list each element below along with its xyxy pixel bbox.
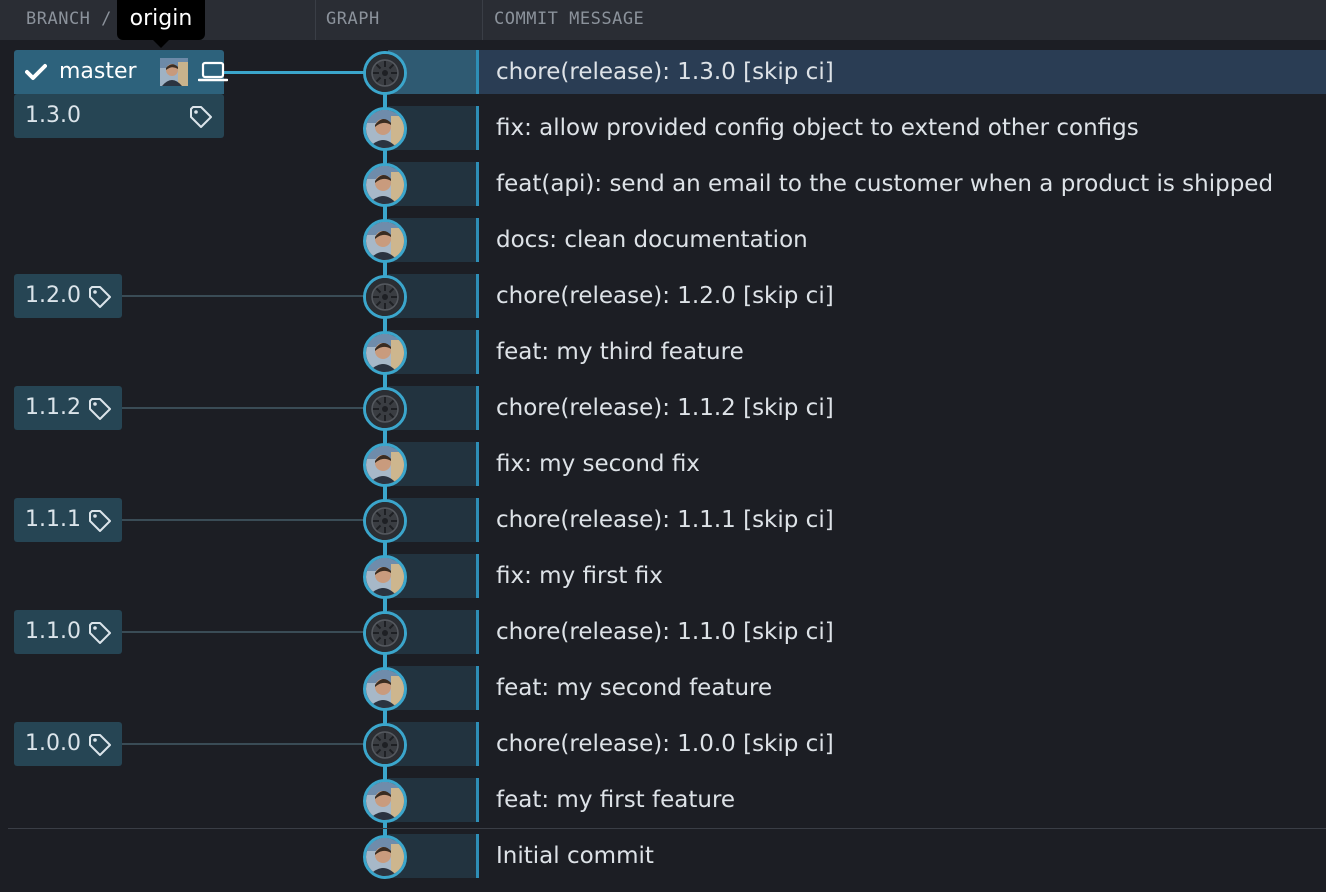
column-divider[interactable] (482, 0, 483, 40)
commit-message: chore(release): 1.3.0 [skip ci] (496, 59, 834, 85)
user-avatar-icon[interactable] (363, 779, 407, 823)
commit-row[interactable]: feat: my second feature (0, 666, 1326, 710)
branch-connector (224, 71, 374, 74)
row-divider (476, 834, 479, 878)
commit-message: feat: my first feature (496, 787, 736, 813)
list-divider (8, 828, 1326, 829)
bot-avatar-icon[interactable] (363, 723, 407, 767)
branch-master[interactable]: master (14, 50, 228, 94)
tag-icon (89, 510, 111, 532)
row-divider (476, 330, 479, 374)
tag-1.0.0[interactable]: 1.0.0 (14, 722, 122, 766)
column-divider[interactable] (315, 0, 316, 40)
row-divider (476, 442, 479, 486)
commit-message: fix: my second fix (496, 451, 700, 477)
commit-message: docs: clean documentation (496, 227, 808, 253)
user-avatar-icon[interactable] (363, 555, 407, 599)
tag-label: 1.0.0 (25, 731, 81, 756)
commit-row[interactable]: docs: clean documentation (0, 218, 1326, 262)
tag-label: 1.3.0 (25, 103, 81, 128)
tag-connector (122, 295, 372, 297)
row-divider (476, 778, 479, 822)
tag-connector (122, 519, 372, 521)
tag-1.1.0[interactable]: 1.1.0 (14, 610, 122, 654)
commit-message: fix: allow provided config object to ext… (496, 115, 1139, 141)
row-divider (476, 722, 479, 766)
bot-avatar-icon[interactable] (363, 387, 407, 431)
user-avatar-icon[interactable] (363, 331, 407, 375)
user-avatar-icon[interactable] (363, 219, 407, 263)
tag-label: 1.1.2 (25, 395, 81, 420)
commit-message: chore(release): 1.1.0 [skip ci] (496, 619, 834, 645)
commit-message: chore(release): 1.2.0 [skip ci] (496, 283, 834, 309)
tag-1.1.2[interactable]: 1.1.2 (14, 386, 122, 430)
commit-message: feat(api): send an email to the customer… (496, 171, 1274, 197)
tag-icon (89, 622, 111, 644)
tag-icon (89, 734, 111, 756)
row-divider (476, 274, 479, 318)
user-avatar-icon[interactable] (363, 443, 407, 487)
tag-label: 1.2.0 (25, 283, 81, 308)
row-divider (476, 50, 479, 94)
commit-row[interactable]: fix: my first fix (0, 554, 1326, 598)
commit-message: chore(release): 1.1.2 [skip ci] (496, 395, 834, 421)
tag-icon (89, 398, 111, 420)
commit-message: chore(release): 1.0.0 [skip ci] (496, 731, 834, 757)
user-avatar-icon[interactable] (363, 667, 407, 711)
commit-message: fix: my first fix (496, 563, 663, 589)
commit-row[interactable]: fix: my second fix (0, 442, 1326, 486)
remote-tooltip: origin (117, 0, 205, 48)
bot-avatar-icon[interactable] (363, 275, 407, 319)
row-divider (476, 386, 479, 430)
tag-icon (190, 106, 212, 128)
user-avatar-icon[interactable] (363, 163, 407, 207)
row-divider (476, 498, 479, 542)
bot-avatar-icon[interactable] (363, 499, 407, 543)
commit-row[interactable]: feat: my first feature (0, 778, 1326, 822)
bot-avatar-icon[interactable] (363, 51, 407, 95)
tag-1.3.0[interactable]: 1.3.0 (14, 94, 224, 138)
tag-connector (122, 743, 372, 745)
commit-row[interactable]: Initial commit (0, 834, 1326, 878)
commit-row[interactable]: feat(api): send an email to the customer… (0, 162, 1326, 206)
tag-connector (122, 407, 372, 409)
bot-avatar-icon[interactable] (363, 611, 407, 655)
tag-label: 1.1.1 (25, 507, 81, 532)
row-divider (476, 106, 479, 150)
branch-name: master (59, 59, 137, 84)
row-divider (476, 554, 479, 598)
commit-message-column-header[interactable]: COMMIT MESSAGE (494, 0, 644, 40)
laptop-icon (198, 61, 228, 82)
row-divider (476, 218, 479, 262)
row-divider (476, 610, 479, 654)
tag-1.2.0[interactable]: 1.2.0 (14, 274, 122, 318)
user-avatar-icon[interactable] (363, 835, 407, 879)
commit-message: feat: my second feature (496, 675, 773, 701)
tag-1.1.1[interactable]: 1.1.1 (14, 498, 122, 542)
tag-connector (122, 631, 372, 633)
commit-row[interactable]: feat: my third feature (0, 330, 1326, 374)
commit-message: feat: my third feature (496, 339, 744, 365)
row-divider (476, 162, 479, 206)
user-avatar-icon[interactable] (363, 107, 407, 151)
tag-icon (89, 286, 111, 308)
tag-label: 1.1.0 (25, 619, 81, 644)
commit-message: chore(release): 1.1.1 [skip ci] (496, 507, 834, 533)
row-divider (476, 666, 479, 710)
check-icon (25, 64, 47, 80)
user-avatar-icon (160, 58, 188, 86)
commit-message: Initial commit (496, 843, 654, 869)
graph-column-header[interactable]: GRAPH (326, 0, 380, 40)
